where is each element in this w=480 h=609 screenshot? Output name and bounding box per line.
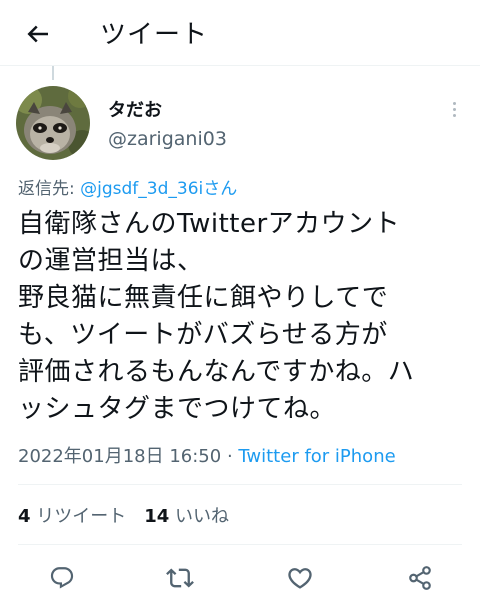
reply-icon (50, 567, 74, 589)
action-bar (0, 558, 480, 598)
retweet-icon (166, 568, 194, 588)
retweets-label: リツイート (30, 506, 127, 527)
tweet-line: 野良猫に無責任に餌やりしてで (18, 283, 389, 313)
likes-count: 14 (144, 506, 170, 527)
reply-to-line: 返信先: @jgsdf_3d_36iさん (18, 174, 237, 199)
tweet-line: 評価されるもんなんですかね。ハ (18, 357, 415, 387)
arrow-left-icon (27, 25, 48, 43)
raccoon-dog-photo (16, 86, 90, 160)
like-button[interactable] (280, 558, 320, 598)
tweet-line: 自衛隊さんのTwitterアカウント (18, 209, 401, 239)
author-name[interactable]: タだお (108, 96, 162, 122)
more-dots-icon (452, 101, 456, 105)
tweet-line: も、ツイートがバズらせる方が (18, 320, 388, 350)
share-icon (409, 566, 431, 590)
more-options-button[interactable] (444, 96, 464, 122)
avatar[interactable] (16, 86, 90, 160)
share-button[interactable] (400, 558, 440, 598)
retweets-stat[interactable]: 4 リツイート (18, 506, 126, 527)
thread-connector (52, 66, 54, 80)
reply-to-link[interactable]: @jgsdf_3d_36iさん (80, 179, 237, 199)
meta-separator: · (221, 446, 239, 467)
tweet-line: の運営担当は、 (18, 246, 204, 276)
tweet-text: 自衛隊さんのTwitterアカウント の運営担当は、 野良猫に無責任に餌やりして… (18, 206, 468, 428)
divider (18, 484, 462, 485)
top-bar: ツイート (0, 0, 480, 66)
back-button[interactable] (22, 18, 54, 50)
source-link[interactable]: Twitter for iPhone (238, 446, 395, 467)
engagement-stats: 4 リツイート 14 いいね (18, 502, 229, 528)
timestamp[interactable]: 2022年01月18日 16:50 (18, 446, 221, 467)
author-handle[interactable]: @zarigani03 (108, 128, 227, 150)
retweet-button[interactable] (160, 558, 200, 598)
likes-label: いいね (169, 506, 230, 527)
page-title: ツイート (100, 20, 209, 50)
tweet-line: ッシュタグまでつけてね。 (18, 394, 337, 424)
like-icon (288, 568, 312, 589)
retweets-count: 4 (18, 506, 31, 527)
tweet-meta: 2022年01月18日 16:50 · Twitter for iPhone (18, 442, 396, 468)
reply-button[interactable] (42, 558, 82, 598)
likes-stat[interactable]: 14 いいね (144, 506, 229, 527)
divider (18, 544, 462, 545)
reply-to-label: 返信先: (18, 179, 81, 199)
